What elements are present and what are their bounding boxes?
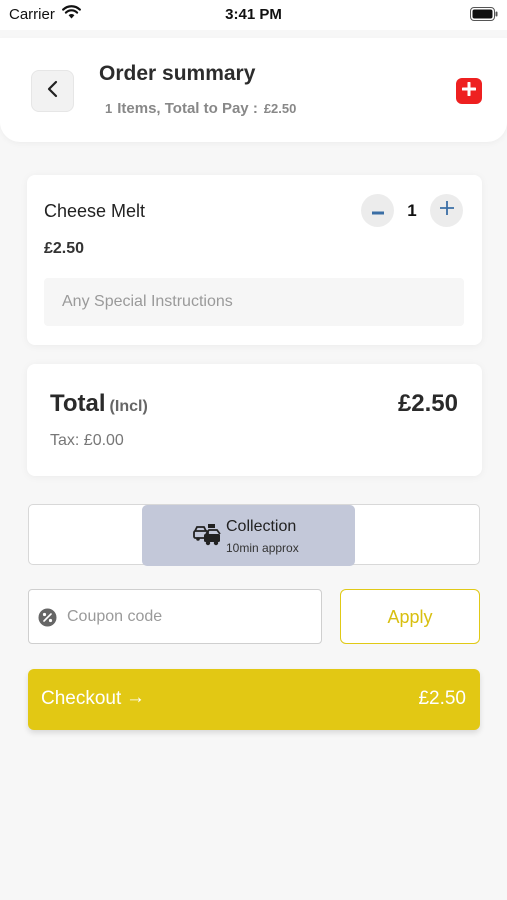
quantity-value: 1 bbox=[407, 201, 417, 220]
add-item-button[interactable] bbox=[456, 78, 482, 104]
checkout-amount: £2.50 bbox=[418, 688, 466, 709]
chevron-left-icon bbox=[46, 80, 60, 103]
back-button[interactable] bbox=[31, 70, 74, 112]
clock: 3:41 PM bbox=[225, 6, 282, 23]
percent-badge-icon bbox=[38, 608, 57, 632]
checkout-label: Checkout bbox=[41, 688, 122, 709]
total-amount: £2.50 bbox=[397, 390, 458, 417]
incl-label: (Incl) bbox=[109, 398, 148, 415]
total-card: Total (Incl) £2.50 Tax: £0.00 bbox=[27, 364, 482, 476]
plus-icon bbox=[461, 81, 477, 101]
arrow-right-icon: → bbox=[126, 687, 145, 708]
checkout-button[interactable]: Checkout → £2.50 bbox=[28, 669, 480, 730]
apply-coupon-button[interactable]: Apply bbox=[340, 589, 480, 644]
decrease-quantity-button[interactable] bbox=[361, 194, 394, 227]
coupon-input[interactable] bbox=[67, 590, 317, 643]
total-label: Total bbox=[50, 390, 106, 417]
cart-item-card: Cheese Melt £2.50 1 bbox=[27, 175, 482, 345]
items-label: Items, Total to Pay : bbox=[117, 100, 258, 117]
order-type-time: 10min approx bbox=[226, 541, 299, 555]
total-heading: Total (Incl) bbox=[50, 390, 148, 418]
battery-icon bbox=[470, 7, 498, 26]
item-count: 1 bbox=[105, 101, 113, 116]
plus-icon bbox=[439, 200, 455, 221]
special-instructions-input[interactable] bbox=[44, 278, 464, 326]
item-name: Cheese Melt bbox=[44, 201, 146, 221]
order-type-selector: Collection 10min approx bbox=[28, 504, 480, 566]
header-total: £2.50 bbox=[263, 101, 297, 116]
item-price: £2.50 bbox=[44, 240, 85, 257]
order-subtitle: 1 Items, Total to Pay : £2.50 bbox=[105, 100, 296, 117]
status-bar: Carrier 3:41 PM bbox=[0, 0, 507, 30]
car-shop-icon bbox=[193, 523, 221, 552]
collection-option[interactable]: Collection 10min approx bbox=[142, 505, 355, 566]
order-summary-header: Order summary 1 Items, Total to Pay : £2.5… bbox=[0, 38, 507, 142]
coupon-field bbox=[28, 589, 322, 644]
minus-icon bbox=[371, 202, 385, 220]
page-title: Order summary bbox=[99, 62, 256, 85]
increase-quantity-button[interactable] bbox=[430, 194, 463, 227]
order-type-name: Collection bbox=[226, 518, 297, 535]
tax-line: Tax: £0.00 bbox=[50, 432, 124, 449]
